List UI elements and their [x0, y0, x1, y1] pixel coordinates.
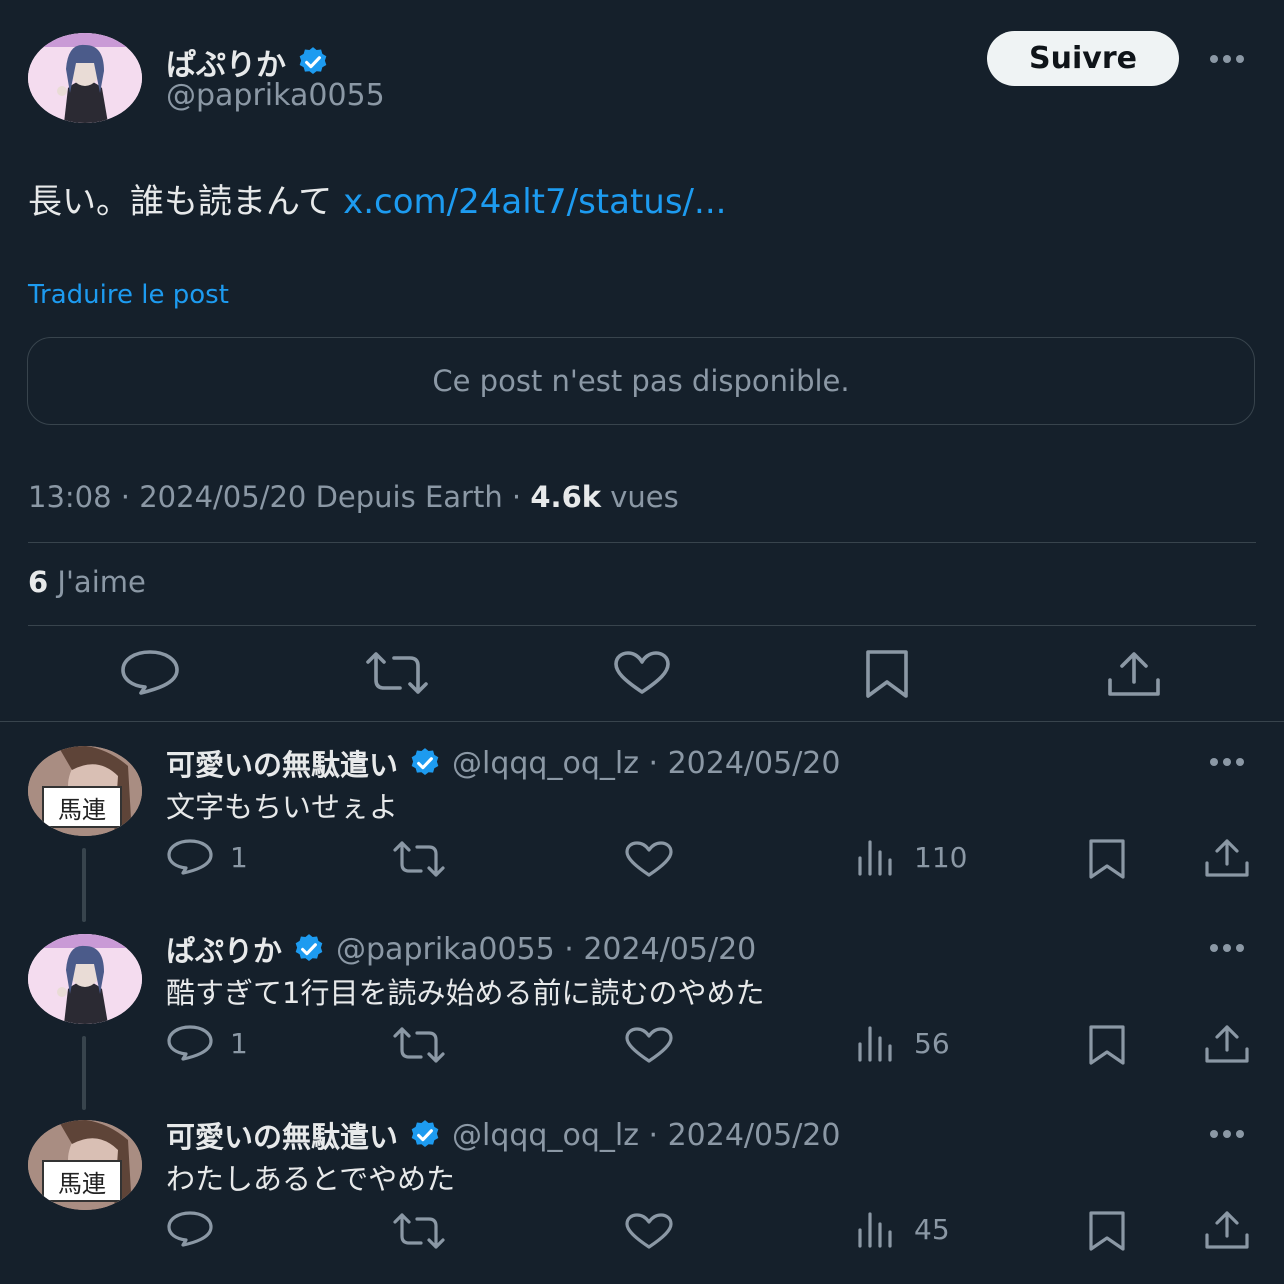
divider	[28, 542, 1256, 543]
reply-author-name[interactable]: 可愛いの無駄遣い	[166, 742, 398, 784]
bookmark-icon[interactable]	[1086, 1210, 1128, 1252]
bookmark-icon[interactable]	[1086, 1024, 1128, 1066]
post-timestamp[interactable]: 13:08 · 2024/05/20 Depuis Earth ·	[28, 480, 530, 514]
reply-text: わたしあるとでやめた	[166, 1162, 456, 1196]
views-count: 110	[914, 840, 968, 874]
views-count: 56	[914, 1026, 950, 1060]
divider	[28, 625, 1256, 626]
like-icon[interactable]	[624, 1212, 674, 1250]
bookmark-icon[interactable]	[1086, 838, 1128, 880]
share-icon[interactable]	[1204, 1024, 1250, 1064]
reply-icon[interactable]	[119, 648, 181, 696]
likes-count: 6	[28, 565, 49, 599]
unavailable-quote-card: Ce post n'est pas disponible.	[27, 337, 1255, 425]
like-icon[interactable]	[612, 650, 672, 696]
thread-line	[82, 1036, 86, 1110]
views-label: vues	[601, 480, 679, 514]
reply-header: 可愛いの無駄遣い @lqqq_oq_lz · 2024/05/20	[166, 742, 840, 784]
more-options-icon[interactable]	[1210, 55, 1244, 63]
reply-button[interactable]: 1	[166, 838, 248, 876]
more-options-icon[interactable]	[1210, 944, 1244, 952]
share-icon[interactable]	[1204, 838, 1250, 878]
translate-link[interactable]: Traduire le post	[28, 280, 229, 310]
divider	[0, 721, 1284, 722]
thread-line	[82, 848, 86, 922]
avatar-label: 馬連	[42, 786, 122, 828]
repost-icon[interactable]	[392, 1212, 446, 1250]
repost-icon[interactable]	[392, 840, 446, 878]
like-icon[interactable]	[624, 1026, 674, 1064]
reply-icon	[166, 838, 214, 876]
reply-author-name[interactable]: 可愛いの無駄遣い	[166, 1114, 398, 1156]
views-button[interactable]: 56	[856, 1024, 950, 1062]
verified-badge-icon	[408, 746, 442, 780]
views-count: 4.6k	[530, 480, 602, 514]
reply-avatar[interactable]	[28, 934, 142, 1024]
views-button[interactable]: 110	[856, 838, 967, 876]
repost-icon[interactable]	[364, 650, 430, 696]
reply-avatar[interactable]: 馬連	[28, 1120, 142, 1210]
views-button[interactable]: 45	[856, 1210, 950, 1248]
avatar-label: 馬連	[42, 1160, 122, 1202]
reply-text: 文字もちいせぇよ	[166, 790, 399, 824]
repost-icon[interactable]	[392, 1026, 446, 1064]
reply-handle-date[interactable]: @paprika0055 · 2024/05/20	[336, 932, 756, 967]
likes-summary[interactable]: 6 J'aime	[28, 565, 146, 599]
verified-badge-icon	[296, 45, 330, 79]
reply-button[interactable]: 1	[166, 1024, 248, 1062]
unavailable-text: Ce post n'est pas disponible.	[432, 364, 850, 398]
author-avatar[interactable]	[28, 33, 142, 123]
reply-text: 酷すぎて1行目を読み始める前に読むのやめた	[166, 976, 765, 1010]
post-body-text: 長い。誰も読まんて	[28, 182, 333, 222]
reply-count: 1	[230, 1026, 248, 1060]
author-handle[interactable]: @paprika0055	[166, 78, 385, 113]
reply-button[interactable]	[166, 1210, 230, 1248]
follow-button[interactable]: Suivre	[987, 31, 1179, 86]
post-meta: 13:08 · 2024/05/20 Depuis Earth · 4.6k v…	[28, 480, 679, 514]
likes-label: J'aime	[48, 565, 146, 599]
reply-icon	[166, 1024, 214, 1062]
reply-handle-date[interactable]: @lqqq_oq_lz · 2024/05/20	[452, 1118, 840, 1153]
share-icon[interactable]	[1204, 1210, 1250, 1250]
analytics-icon	[856, 1210, 896, 1248]
reply-header: 可愛いの無駄遣い @lqqq_oq_lz · 2024/05/20	[166, 1114, 840, 1156]
analytics-icon	[856, 838, 896, 876]
reply-author-name[interactable]: ぱぷりか	[166, 928, 282, 970]
reply-count: 1	[230, 840, 248, 874]
reply-avatar[interactable]: 馬連	[28, 746, 142, 836]
reply-header: ぱぷりか @paprika0055 · 2024/05/20	[166, 928, 756, 970]
share-icon[interactable]	[1106, 650, 1162, 698]
more-options-icon[interactable]	[1210, 758, 1244, 766]
like-icon[interactable]	[624, 840, 674, 878]
analytics-icon	[856, 1024, 896, 1062]
reply-handle-date[interactable]: @lqqq_oq_lz · 2024/05/20	[452, 746, 840, 781]
bookmark-icon[interactable]	[862, 648, 912, 700]
reply-icon	[166, 1210, 214, 1248]
verified-badge-icon	[292, 932, 326, 966]
post-text: 長い。誰も読まんて x.com/24alt7/status/...	[28, 174, 726, 223]
more-options-icon[interactable]	[1210, 1130, 1244, 1138]
verified-badge-icon	[408, 1118, 442, 1152]
quoted-link[interactable]: x.com/24alt7/status/...	[343, 182, 726, 222]
views-count: 45	[914, 1212, 950, 1246]
